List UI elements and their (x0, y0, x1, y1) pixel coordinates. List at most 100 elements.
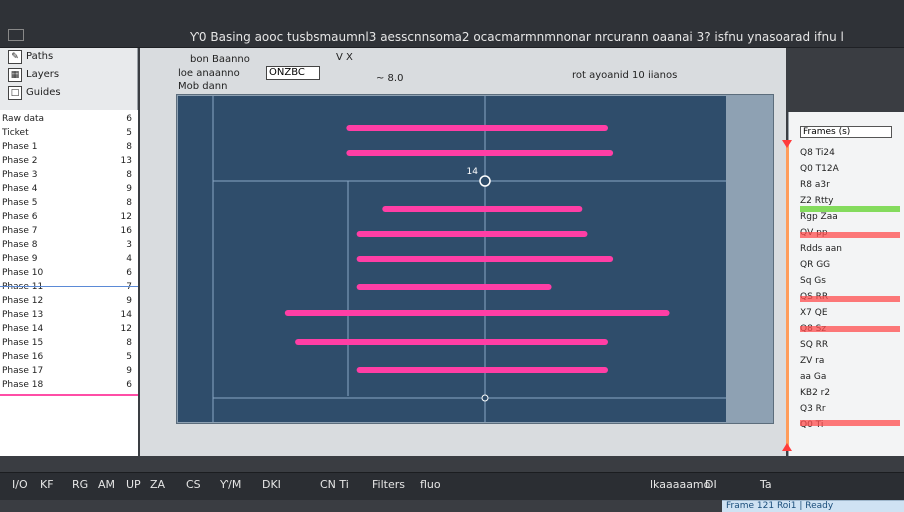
grid-icon[interactable]: ▦ (8, 68, 22, 82)
list-item[interactable]: Phase 10 6 (2, 268, 136, 279)
list-item[interactable]: Phase 1 8 (2, 142, 136, 153)
list-item-label: Phase 5 (2, 198, 38, 208)
right-list-item[interactable]: SQ RR (800, 340, 904, 352)
list-item-value: 8 (126, 142, 132, 152)
list-item[interactable]: Phase 7 16 (2, 226, 136, 237)
list-item-label: Phase 15 (2, 338, 44, 348)
list-item[interactable]: Phase 14 12 (2, 324, 136, 335)
list-item[interactable]: Phase 8 3 (2, 240, 136, 251)
tool-label: Layers (26, 69, 60, 80)
list-item[interactable]: Phase 6 12 (2, 212, 136, 223)
bottom-toolbar-button[interactable]: Filters (372, 478, 405, 494)
list-item[interactable]: Phase 5 8 (2, 198, 136, 209)
bottom-toolbar-button[interactable]: CS (186, 478, 201, 494)
bar[interactable] (382, 206, 583, 212)
bottom-toolbar-button[interactable]: I/O (12, 478, 28, 494)
right-list-item[interactable]: Rgp Zaa (800, 212, 904, 224)
bar[interactable] (295, 339, 609, 345)
square-icon[interactable]: □ (8, 86, 22, 100)
list-divider-accent (0, 394, 138, 396)
list-item-value: 12 (120, 324, 132, 334)
list-item[interactable]: Raw data 6 (2, 114, 136, 125)
bottom-toolbar-button[interactable]: DI (705, 478, 717, 494)
list-item[interactable]: Phase 4 9 (2, 184, 136, 195)
list-item[interactable]: Phase 12 9 (2, 296, 136, 307)
list-item-value: 6 (126, 380, 132, 390)
end-marker[interactable] (481, 394, 489, 402)
right-list-item[interactable]: Q8 Ti24 (800, 148, 904, 160)
pencil-icon[interactable]: ✎ (8, 50, 22, 64)
list-item-label: Phase 16 (2, 352, 44, 362)
chart-annotation: 14 (467, 167, 479, 177)
list-item[interactable]: Phase 11 7 (2, 282, 136, 293)
list-item-value: 16 (120, 226, 132, 236)
bottom-toolbar-button[interactable]: ZA (150, 478, 165, 494)
track-highlight (800, 326, 900, 332)
list-item-value: 8 (126, 198, 132, 208)
field-label: V X (336, 52, 353, 63)
bar[interactable] (356, 367, 609, 373)
right-list-item[interactable]: Q0 T12A (800, 164, 904, 176)
list-item[interactable]: Phase 3 8 (2, 170, 136, 181)
bottom-toolbar-button[interactable]: KF (40, 478, 54, 494)
list-item-label: Phase 3 (2, 170, 38, 180)
right-list-item[interactable]: Sq Gs (800, 276, 904, 288)
bar[interactable] (284, 310, 670, 316)
right-list-item[interactable]: R8 a3r (800, 180, 904, 192)
bottom-marker-icon (782, 443, 792, 451)
name-field[interactable]: ONZBC (266, 66, 320, 80)
track-highlight (800, 232, 900, 238)
right-list-item[interactable]: QR GG (800, 260, 904, 272)
bottom-toolbar-button[interactable]: fluo (420, 478, 441, 494)
list-item[interactable]: Phase 18 6 (2, 380, 136, 391)
bottom-items: I/O KF RG AM UP ZA CS Ƴ/M DKI CN Ti Filters fluo lka… (0, 472, 904, 500)
window-title: Ƴ0 Basing aooc tusbsmaumnl3 aesscnnsoma2… (190, 30, 844, 44)
list-item-label: Phase 14 (2, 324, 44, 334)
right-list-item[interactable]: Q3 Rr (800, 404, 904, 416)
bottom-toolbar-button[interactable]: RG (72, 478, 88, 494)
list-item-value: 8 (126, 338, 132, 348)
list-item-label: Phase 10 (2, 268, 44, 278)
bottom-toolbar-button[interactable]: UP (126, 478, 141, 494)
list-item[interactable]: Phase 17 9 (2, 366, 136, 377)
list-item-label: Phase 11 (2, 282, 44, 292)
list-item[interactable]: Phase 16 5 (2, 352, 136, 363)
bottom-toolbar-button[interactable]: CN Ti (320, 478, 349, 494)
bar[interactable] (356, 284, 552, 290)
right-list-item[interactable]: aa Ga (800, 372, 904, 384)
header-line-2: loe anaanno (178, 68, 240, 79)
list-item[interactable]: Phase 2 13 (2, 156, 136, 167)
list-item-label: Phase 9 (2, 254, 38, 264)
right-list-item[interactable]: X7 QE (800, 308, 904, 320)
bottom-toolbar-button[interactable]: Ta (760, 478, 772, 494)
bottom-toolbar-button[interactable]: DKI (262, 478, 281, 494)
bar[interactable] (356, 231, 588, 237)
list-item[interactable]: Phase 13 14 (2, 310, 136, 321)
list-item[interactable]: Phase 9 4 (2, 254, 136, 265)
list-item-label: Phase 12 (2, 296, 44, 306)
list-item-label: Phase 6 (2, 212, 38, 222)
list-item-label: Raw data (2, 114, 45, 124)
bottom-toolbar-button[interactable]: Ƴ/M (220, 478, 241, 494)
bar[interactable] (346, 150, 614, 156)
right-list-item[interactable]: Rdds aan (800, 244, 904, 256)
bar[interactable] (346, 125, 609, 131)
list-item-label: Phase 4 (2, 184, 38, 194)
list-item[interactable]: Ticket 5 (2, 128, 136, 139)
playhead-marker[interactable] (479, 175, 491, 187)
status-bar: Frame 121 Roi1 | Ready (722, 500, 904, 512)
list-item-label: Phase 1 (2, 142, 38, 152)
list-item-label: Phase 2 (2, 156, 38, 166)
track-highlight (800, 296, 900, 302)
list-item[interactable]: Phase 15 8 (2, 338, 136, 349)
right-list-item[interactable]: ZV ra (800, 356, 904, 368)
list-item-value: 13 (120, 156, 132, 166)
bottom-toolbar-button[interactable]: lkaaaaamo (650, 478, 710, 494)
right-list-item[interactable]: KB2 r2 (800, 388, 904, 400)
window-menu-icon[interactable] (8, 29, 24, 41)
frames-field[interactable]: Frames (s) (800, 126, 892, 138)
list-item-value: 9 (126, 184, 132, 194)
chart-right-margin (726, 96, 772, 422)
bar[interactable] (356, 256, 614, 262)
bottom-toolbar-button[interactable]: AM (98, 478, 115, 494)
